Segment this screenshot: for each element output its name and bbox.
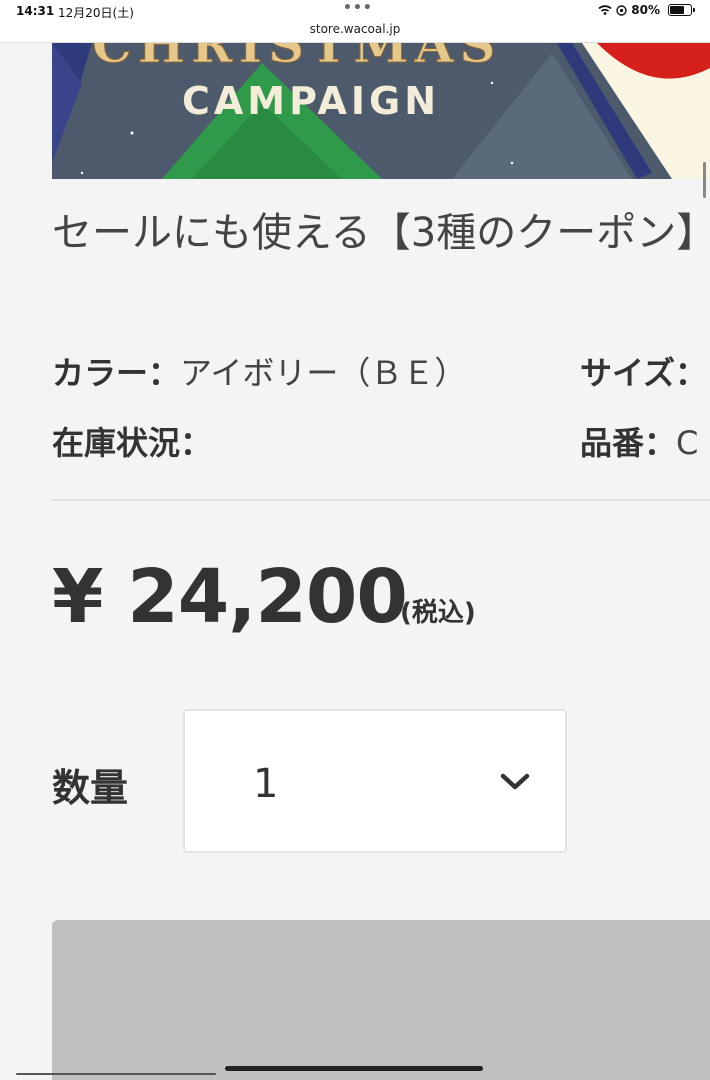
battery-icon bbox=[668, 4, 695, 16]
location-lock-icon bbox=[616, 4, 627, 16]
quantity-select[interactable]: 1 bbox=[183, 709, 567, 853]
scroll-bar-horizontal bbox=[16, 1073, 216, 1075]
campaign-banner[interactable]: CHRISTMAS CAMPAIGN bbox=[52, 43, 710, 179]
status-date: 12月20日(土) bbox=[58, 6, 134, 20]
chevron-down-icon[interactable] bbox=[500, 773, 530, 791]
battery-percent: 80% bbox=[631, 3, 660, 17]
color-value: アイボリー（ＢＥ） bbox=[180, 354, 467, 392]
item-number-value: C bbox=[676, 424, 699, 462]
more-dots-icon[interactable]: ••• bbox=[343, 0, 373, 16]
url-text[interactable]: store.wacoal.jp bbox=[310, 22, 401, 36]
item-number-label: 品番： bbox=[580, 424, 677, 462]
stock-attribute: 在庫状況： bbox=[52, 418, 212, 464]
url-bar[interactable]: store.wacoal.jp bbox=[0, 22, 710, 43]
product-title: セールにも使える【3種のクーポン】 bbox=[52, 210, 710, 256]
size-label: サイズ： bbox=[580, 354, 708, 392]
color-label: カラー： bbox=[52, 354, 181, 392]
banner-title-partial: CHRISTMAS bbox=[92, 43, 502, 75]
battery-level bbox=[670, 6, 684, 14]
status-indicators: 80% bbox=[598, 3, 695, 17]
quantity-label: 数量 bbox=[52, 766, 129, 810]
color-attribute: カラー：アイボリー（ＢＥ） bbox=[52, 348, 466, 394]
item-number-attribute: 品番：C bbox=[580, 418, 698, 464]
wifi-icon bbox=[598, 5, 612, 15]
scroll-indicator[interactable] bbox=[703, 162, 706, 198]
status-bar: 14:31 12月20日(土) ••• 80% bbox=[0, 0, 710, 22]
home-indicator[interactable] bbox=[225, 1066, 483, 1071]
divider bbox=[52, 499, 710, 501]
size-attribute: サイズ： bbox=[580, 348, 707, 394]
quantity-selected-value[interactable]: 1 bbox=[253, 761, 278, 807]
add-to-cart-button[interactable] bbox=[52, 920, 710, 1080]
status-time: 14:31 bbox=[16, 4, 55, 18]
product-price: ¥ 24,200 bbox=[52, 554, 408, 640]
banner-campaign-text: CAMPAIGN bbox=[182, 79, 441, 123]
stock-label: 在庫状況： bbox=[52, 424, 213, 462]
price-tax-note: (税込) bbox=[400, 598, 476, 628]
